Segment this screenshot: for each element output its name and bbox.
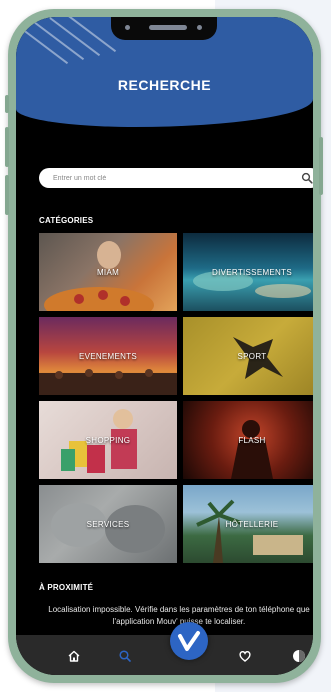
category-tile-miam[interactable]: MIAM [39,233,177,311]
category-label: FLASH [238,435,266,445]
search-icon[interactable] [118,649,132,663]
search-bar[interactable] [39,168,313,188]
categories-heading: CATÉGORIES [39,216,94,225]
category-label: HÔTELLERIE [225,519,279,529]
app-screen: RECHERCHE CATÉGORIES MIAM [16,17,313,675]
category-tile-divertissements[interactable]: DIVERTISSEMENTS [183,233,313,311]
phone-frame: RECHERCHE CATÉGORIES MIAM [5,9,323,683]
volume-down-button [5,175,9,215]
search-input[interactable] [53,171,293,185]
category-label: DIVERTISSEMENTS [212,267,292,277]
heart-icon[interactable] [238,649,252,663]
bottom-nav [16,635,313,675]
category-label: MIAM [96,267,120,277]
proximity-heading: À PROXIMITÉ [39,583,94,592]
page-title: RECHERCHE [117,77,212,93]
header-stripe [33,21,85,61]
category-tile-evenements[interactable]: EVENEMENTS [39,317,177,395]
category-label: SERVICES [86,519,130,529]
speaker-grill [149,25,187,30]
mute-switch [5,95,9,113]
sensor-icon [197,25,202,30]
category-tile-sport[interactable]: SPORT [183,317,313,395]
search-icon[interactable] [301,172,313,184]
category-label: SHOPPING [85,435,131,445]
header-stripe [17,25,69,65]
header-stripe [49,17,101,57]
category-label: EVENEMENTS [78,351,138,361]
power-button [319,137,323,195]
category-tile-shopping[interactable]: SHOPPING [39,401,177,479]
profile-icon[interactable] [292,649,306,663]
mouv-logo-icon [178,631,200,651]
volume-up-button [5,127,9,167]
camera-icon [125,25,130,30]
home-icon[interactable] [67,649,81,663]
category-label: SPORT [237,351,267,361]
phone-notch [111,17,217,40]
mouv-logo-button[interactable] [170,622,208,660]
category-tile-services[interactable]: SERVICES [39,485,177,563]
category-tile-flash[interactable]: FLASH [183,401,313,479]
category-tile-hotellerie[interactable]: HÔTELLERIE [183,485,313,563]
